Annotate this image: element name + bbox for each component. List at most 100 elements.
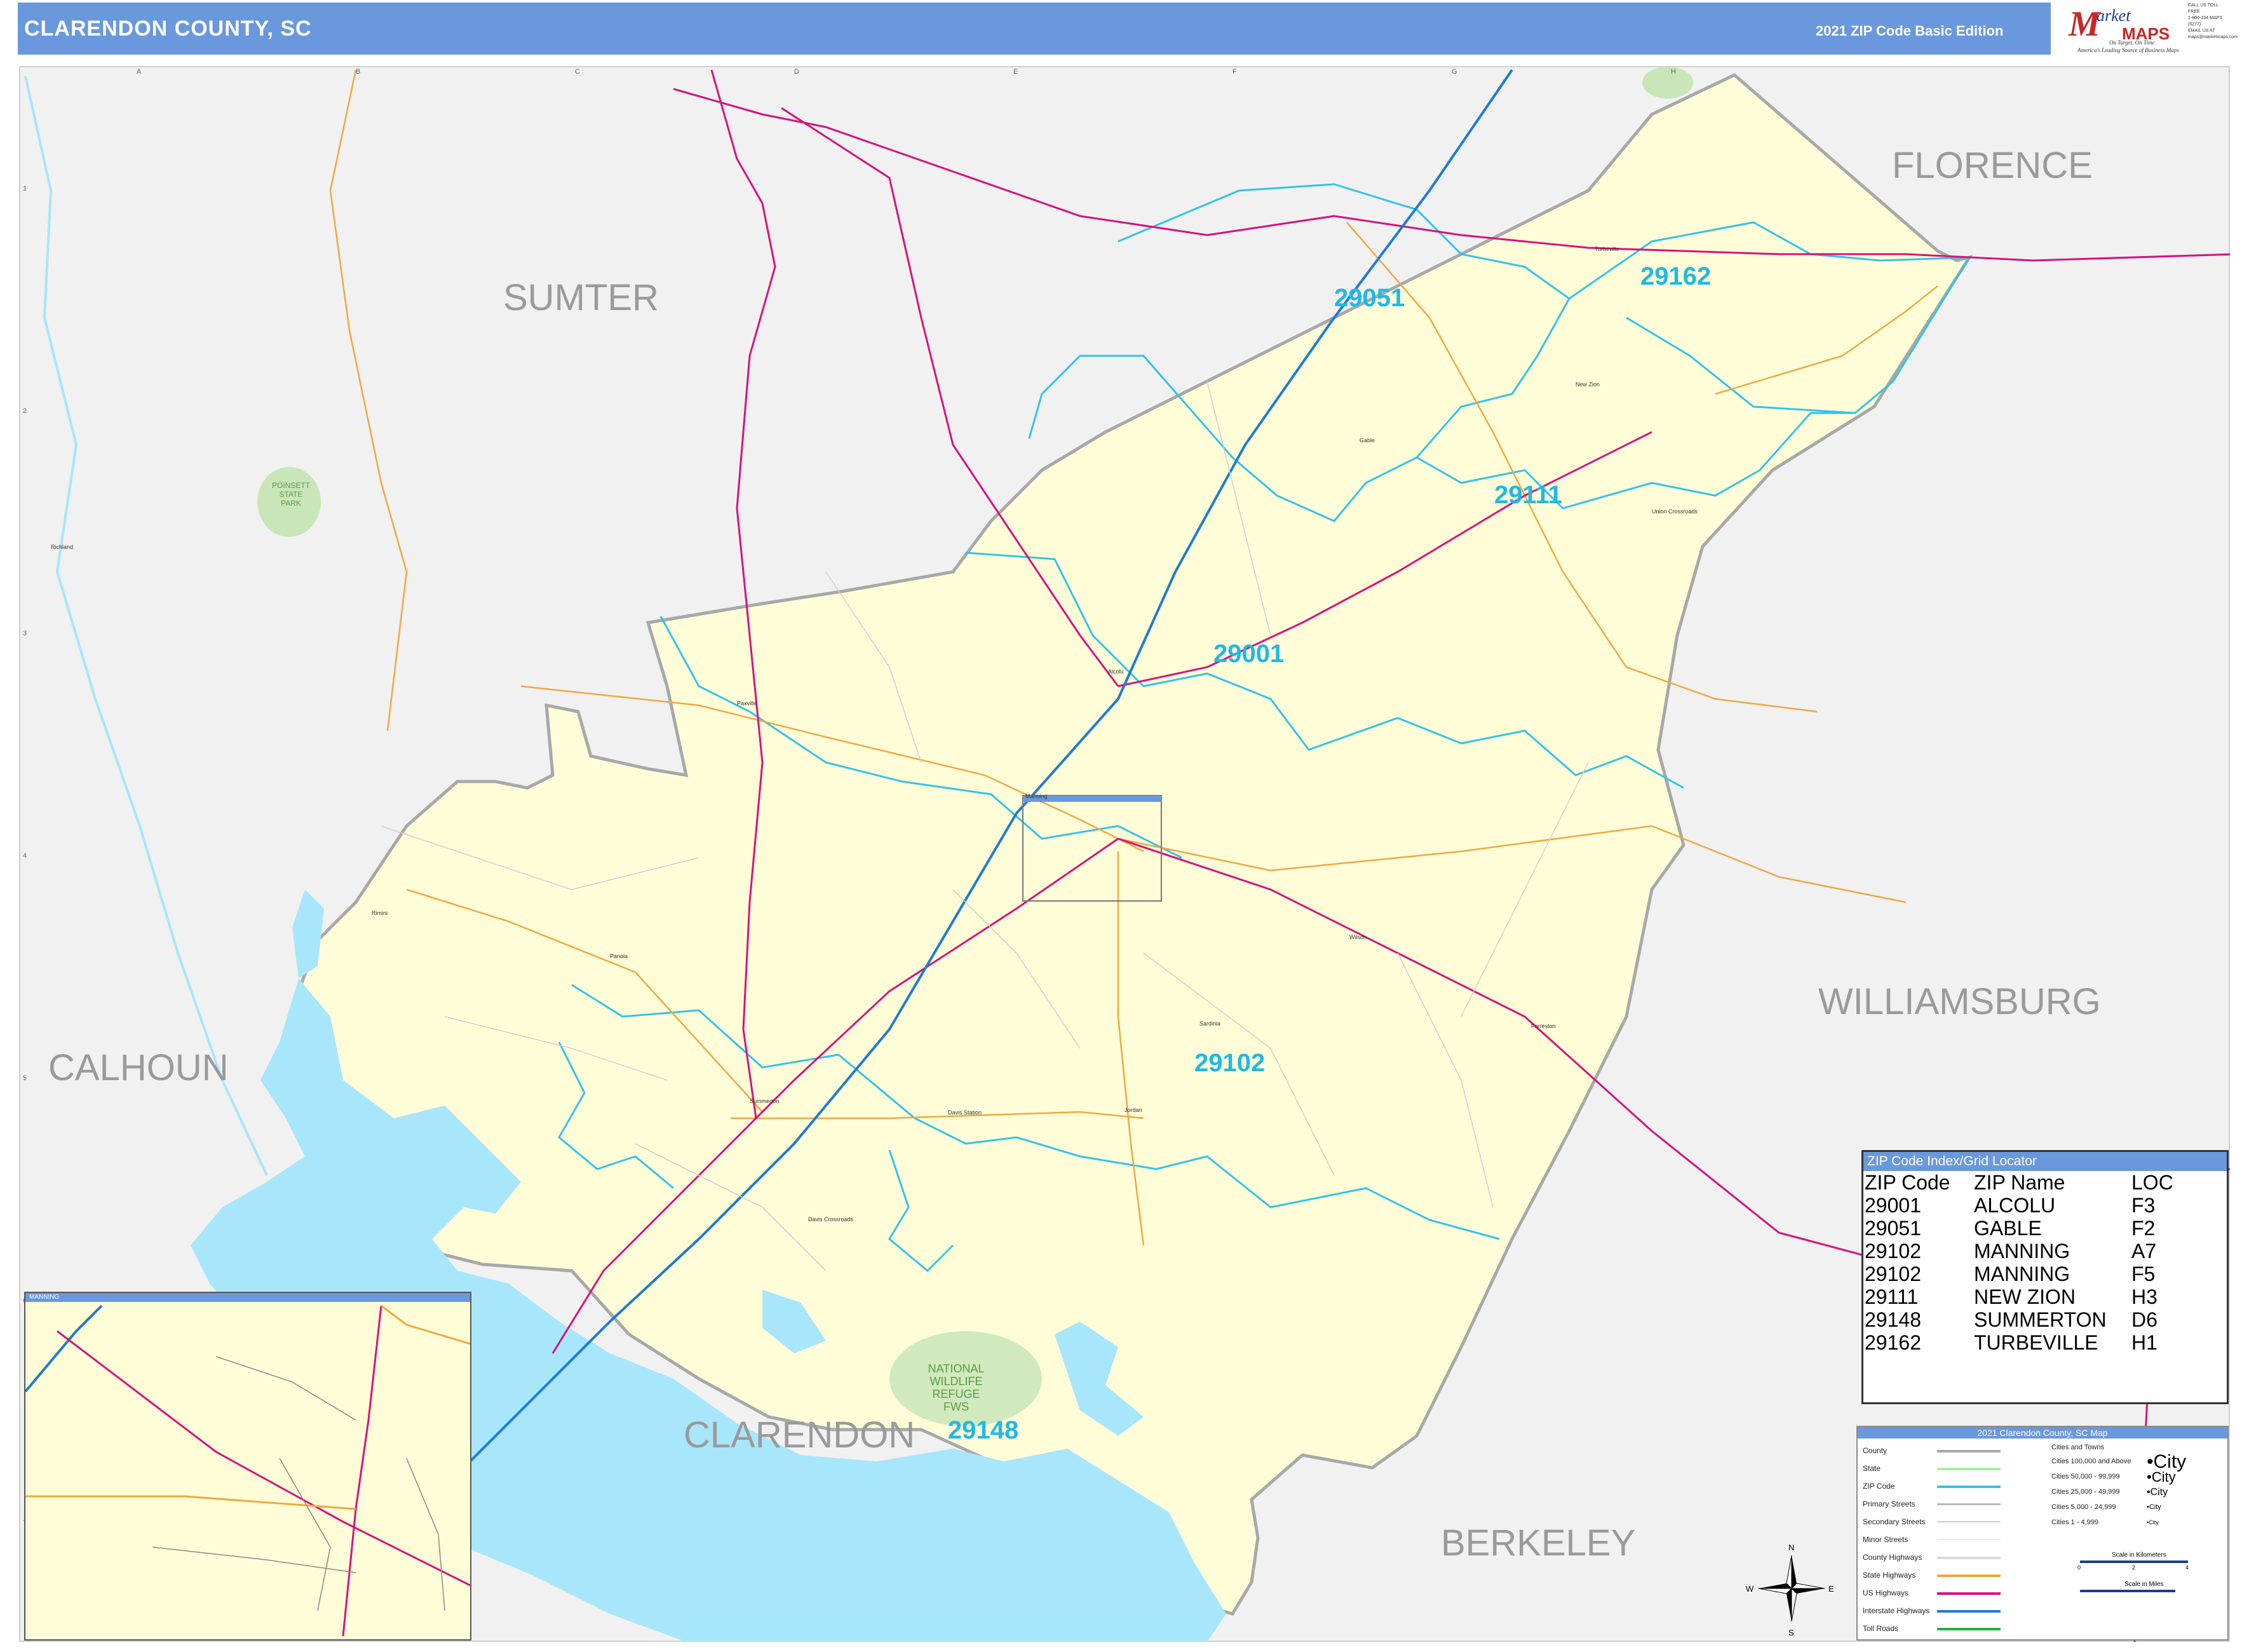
legend-cities-header: Cities and Towns bbox=[2051, 1444, 2104, 1451]
legend-title: 2021 Clarendon County, SC Map bbox=[1858, 1427, 2227, 1439]
loc-cell: F3 bbox=[2131, 1194, 2156, 1217]
loc-col-header: LOC bbox=[2131, 1171, 2173, 1194]
logo-market-text: arket bbox=[2097, 6, 2131, 25]
legend-line-state bbox=[1937, 1468, 2001, 1470]
place-label: Summerton bbox=[750, 1098, 780, 1104]
zip-index-table: ZIP Code ZIP Name LOC 29001 ALCOLU F3 2905… bbox=[1865, 1171, 2220, 1354]
loc-cell: F5 bbox=[2131, 1263, 2156, 1285]
legend-item-county-hwy: County Highways bbox=[1863, 1553, 1922, 1562]
place-label: Turbeville bbox=[1595, 246, 1619, 252]
legend-item-state: State bbox=[1863, 1464, 1881, 1473]
legend-item-secondary: Secondary Streets bbox=[1863, 1517, 1926, 1526]
zip-col-header: ZIP Code bbox=[1865, 1171, 1950, 1194]
zip-cell: 29051 bbox=[1865, 1217, 1921, 1240]
place-label: New Zion bbox=[1576, 381, 1600, 388]
contact-line: EMAIL US AT bbox=[2188, 29, 2215, 33]
grid-col-label: E bbox=[1013, 68, 1018, 76]
inset-map-drawing bbox=[25, 1304, 470, 1637]
scale-tick: 4 bbox=[2185, 1564, 2189, 1571]
name-cell: SUMMERTON bbox=[1974, 1308, 2107, 1331]
name-cell: MANNING bbox=[1974, 1263, 2070, 1285]
zip-index-header-row: ZIP Code ZIP Name LOC bbox=[1865, 1171, 2220, 1194]
legend-line-minor bbox=[1937, 1539, 2001, 1540]
park-label: POINSETT bbox=[272, 481, 311, 490]
legend-line-secondary bbox=[1937, 1521, 2001, 1522]
inset-us-highway bbox=[342, 1305, 382, 1637]
compass-n: N bbox=[1788, 1543, 1794, 1552]
inset-state-road bbox=[381, 1304, 470, 1345]
legend-city-tier: Cities 100,000 and Above bbox=[2051, 1458, 2131, 1465]
zip-cell: 29148 bbox=[1865, 1308, 1921, 1331]
refuge-label: WILDLIFE bbox=[929, 1375, 982, 1388]
grid-row-label: 1 bbox=[23, 185, 27, 193]
name-cell: TURBEVILLE bbox=[1974, 1331, 2098, 1354]
legend-city-symbol: •City bbox=[2147, 1487, 2168, 1498]
place-label: Panola bbox=[610, 953, 628, 959]
grid-row-label: 2 bbox=[23, 407, 27, 415]
compass-e: E bbox=[1828, 1584, 1834, 1594]
legend-item-interstate: Interstate Highways bbox=[1863, 1606, 1930, 1615]
place-label: Alcolu bbox=[1108, 668, 1124, 675]
map-title: CLARENDON COUNTY, SC bbox=[24, 17, 312, 41]
place-label: Rimini bbox=[372, 910, 388, 916]
map-legend: 2021 Clarendon County, SC Map County Sta… bbox=[1856, 1426, 2229, 1641]
legend-line-county bbox=[1937, 1450, 2001, 1452]
contact-line: 1-800-334-MAPS (6277) bbox=[2188, 16, 2223, 27]
zip-label-29051: 29051 bbox=[1334, 284, 1405, 312]
grid-col-label: D bbox=[794, 68, 799, 76]
place-label: Gable bbox=[1360, 437, 1375, 443]
inset-street bbox=[406, 1458, 445, 1611]
table-row: 29111 NEW ZION H3 bbox=[1865, 1285, 2220, 1308]
name-cell: ALCOLU bbox=[1974, 1194, 2056, 1217]
zip-cell: 29162 bbox=[1865, 1331, 1921, 1354]
legend-city-symbol: •City bbox=[2147, 1503, 2161, 1511]
inset-street bbox=[152, 1547, 356, 1573]
logo-tagline-2: America's Leading Source of Business Map… bbox=[2077, 47, 2179, 53]
grid-col-label: C bbox=[575, 68, 580, 76]
legend-line-state-hwy bbox=[1937, 1574, 2001, 1577]
table-row: 29148 SUMMERTON D6 bbox=[1865, 1308, 2220, 1331]
zip-cell: 29102 bbox=[1865, 1263, 1921, 1285]
zip-code-index: ZIP Code Index/Grid Locator ZIP Code ZIP… bbox=[1861, 1150, 2229, 1404]
grid-col-label: A bbox=[137, 68, 142, 76]
place-label: Forreston bbox=[1531, 1023, 1556, 1029]
refuge-label: NATIONAL bbox=[928, 1362, 985, 1375]
county-label-florence: FLORENCE bbox=[1892, 145, 2093, 186]
refuge-label: REFUGE bbox=[932, 1388, 980, 1400]
scale-tick: 2 bbox=[2132, 1564, 2136, 1571]
inset-state-road bbox=[25, 1495, 356, 1510]
market-maps-logo: M arket MAPS On Target, On Time America'… bbox=[2065, 3, 2185, 55]
legend-item-toll: Toll Roads bbox=[1863, 1624, 1899, 1633]
inset-street bbox=[215, 1356, 356, 1421]
legend-city-word: City bbox=[2150, 1487, 2168, 1498]
table-row: 29162 TURBEVILLE H1 bbox=[1865, 1331, 2220, 1354]
place-label: Sardinia bbox=[1199, 1020, 1220, 1027]
header-bar: CLARENDON COUNTY, SC 2021 ZIP Code Basic… bbox=[18, 3, 2051, 55]
park-label: PARK bbox=[281, 499, 301, 508]
legend-line-interstate bbox=[1937, 1610, 2001, 1613]
name-cell: GABLE bbox=[1974, 1217, 2042, 1240]
county-label-berkeley: BERKELEY bbox=[1441, 1522, 1635, 1564]
legend-line-toll bbox=[1937, 1628, 2001, 1630]
zip-index-title: ZIP Code Index/Grid Locator bbox=[1863, 1152, 2227, 1171]
loc-cell: A7 bbox=[2131, 1240, 2157, 1263]
place-label: Jordan bbox=[1124, 1107, 1142, 1113]
legend-line-zip bbox=[1937, 1486, 2001, 1488]
legend-city-tier: Cities 50,000 - 99,999 bbox=[2051, 1473, 2120, 1480]
scale-km-label: Scale in Kilometers bbox=[2112, 1552, 2166, 1559]
legend-item-state-hwy: State Highways bbox=[1863, 1571, 1916, 1580]
park-area bbox=[1642, 67, 1693, 98]
manning-inset-map: MANNING bbox=[24, 1292, 471, 1641]
scale-tick: 0 bbox=[2077, 1564, 2081, 1571]
legend-city-tier: Cities 1 - 4,999 bbox=[2051, 1519, 2098, 1526]
map-edition: 2021 ZIP Code Basic Edition bbox=[1816, 23, 2004, 39]
county-label-sumter: SUMTER bbox=[503, 277, 659, 318]
name-cell: MANNING bbox=[1974, 1240, 2070, 1263]
logo-tagline: On Target, On Time bbox=[2109, 39, 2155, 46]
park-label: STATE bbox=[280, 490, 303, 499]
zip-label-29102: 29102 bbox=[1194, 1049, 1265, 1077]
logo-letter: M bbox=[2069, 4, 2100, 44]
loc-cell: H3 bbox=[2131, 1285, 2158, 1308]
legend-line-county-hwy bbox=[1937, 1557, 2001, 1559]
loc-cell: H1 bbox=[2131, 1331, 2158, 1354]
